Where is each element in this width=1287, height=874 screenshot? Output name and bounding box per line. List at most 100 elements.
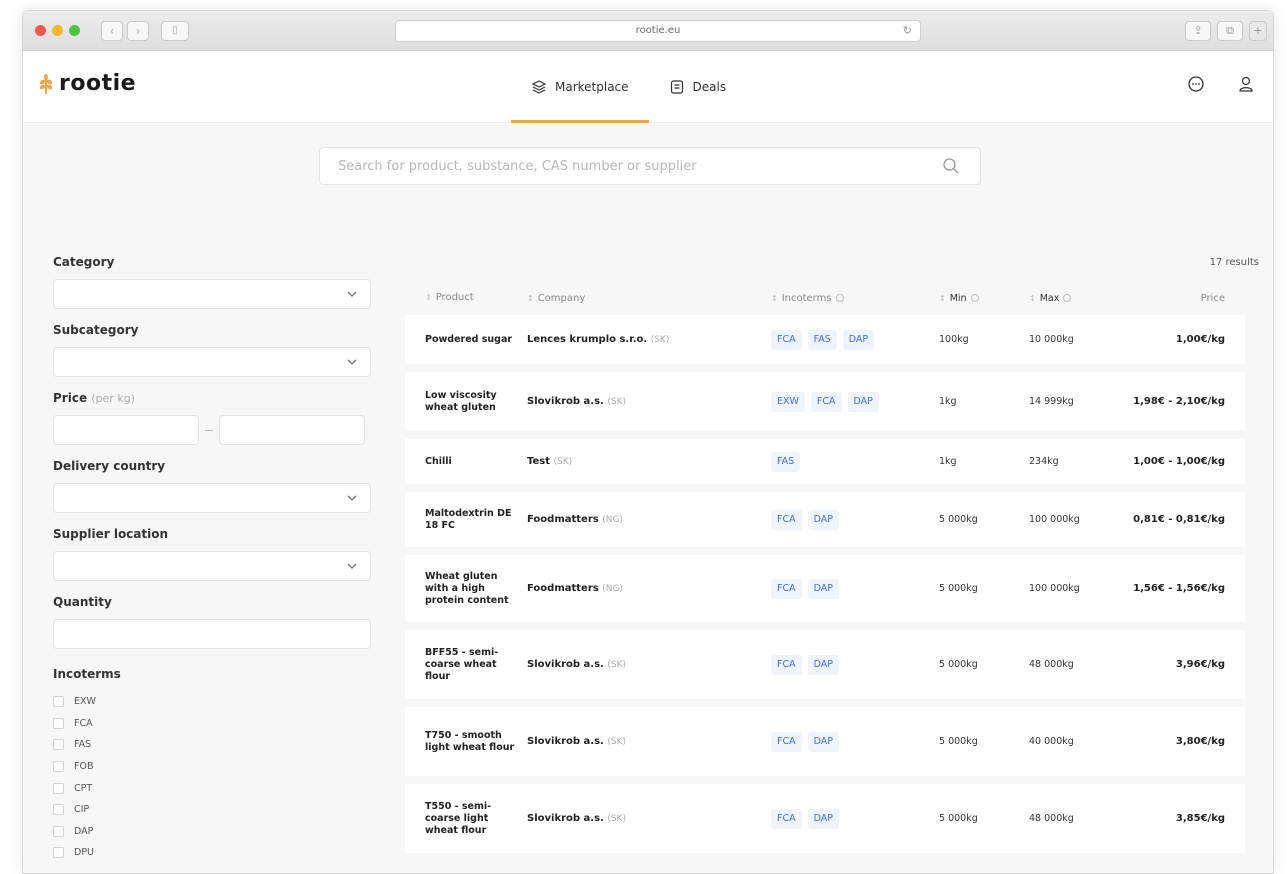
product-name[interactable]: Powdered sugar — [405, 334, 517, 346]
nav-tab-deals[interactable]: Deals — [649, 51, 747, 123]
column-header-product[interactable]: ↕ Product — [405, 292, 517, 304]
table-row[interactable]: T550 - semi-coarse light wheat flour Slo… — [405, 784, 1245, 853]
min-quantity: 5 000kg — [939, 736, 978, 747]
delivery-country-select[interactable] — [53, 483, 371, 513]
product-name[interactable]: Maltodextrin DE 18 FC — [405, 508, 517, 532]
company-name[interactable]: Test — [527, 456, 550, 467]
product-name[interactable]: T750 - smooth light wheat flour — [405, 730, 517, 754]
company-name[interactable]: Slovikrob a.s. — [527, 659, 604, 670]
company-cell: Foodmatters (NG) — [517, 514, 769, 525]
search-box[interactable] — [319, 147, 981, 185]
forward-arrow-icon[interactable]: › — [127, 21, 149, 41]
search-area — [23, 123, 1273, 221]
incoterm-option[interactable]: FOB — [53, 756, 373, 778]
incoterm-option-label: DAP — [74, 825, 94, 837]
chat-icon[interactable] — [1187, 75, 1205, 93]
max-quantity: 48 000kg — [1029, 659, 1074, 670]
price-max-input[interactable] — [219, 415, 365, 445]
incoterm-option[interactable]: DAP — [53, 821, 373, 843]
company-name[interactable]: Slovikrob a.s. — [527, 396, 604, 407]
tabs-icon[interactable]: ⧉ — [1217, 21, 1243, 41]
results-count: 17 results — [1209, 257, 1259, 268]
product-name[interactable]: Chilli — [405, 456, 517, 468]
checkbox[interactable] — [53, 739, 64, 751]
company-name[interactable]: Foodmatters — [527, 514, 599, 525]
checkbox[interactable] — [53, 847, 64, 859]
checkbox[interactable] — [53, 782, 64, 794]
company-name[interactable]: Slovikrob a.s. — [527, 736, 604, 747]
subcategory-select[interactable] — [53, 347, 371, 377]
price: 1,00€ - 1,00€/kg — [1133, 456, 1225, 467]
price-min-input[interactable] — [53, 415, 199, 445]
url-text: rootie.eu — [635, 25, 681, 36]
sidebar-toggle-icon[interactable]: ▯ — [161, 21, 189, 41]
table-row[interactable]: T750 - smooth light wheat flour Slovikro… — [405, 707, 1245, 776]
info-icon[interactable] — [970, 294, 979, 302]
company-name[interactable]: Lences krumplo s.r.o. — [527, 334, 647, 345]
column-header-incoterms[interactable]: ↕ Incoterms — [769, 293, 939, 304]
close-window-button[interactable] — [35, 25, 46, 36]
product-name[interactable]: Low viscosity wheat gluten — [405, 390, 517, 414]
checkbox[interactable] — [53, 717, 64, 729]
address-bar[interactable]: rootie.eu ↻ — [395, 20, 921, 42]
checkbox[interactable] — [53, 696, 64, 708]
checkbox[interactable] — [53, 761, 64, 773]
company-cell: Lences krumplo s.r.o. (SK) — [517, 334, 769, 345]
incoterm-tag: FCA — [771, 329, 802, 350]
checkbox[interactable] — [53, 804, 64, 816]
sort-icon: ↕ — [1029, 293, 1036, 303]
reload-icon[interactable]: ↻ — [903, 21, 912, 41]
column-header-price[interactable]: Price — [1129, 293, 1225, 304]
user-icon[interactable] — [1237, 75, 1255, 93]
incoterm-tag: DAP — [807, 578, 839, 599]
chevron-down-icon — [347, 291, 357, 297]
search-icon[interactable] — [942, 157, 960, 175]
category-select[interactable] — [53, 279, 371, 309]
nav-tab-label: Deals — [692, 80, 727, 94]
incoterm-option[interactable]: FCA — [53, 713, 373, 735]
company-country: (SK) — [607, 814, 626, 824]
minimize-window-button[interactable] — [52, 25, 63, 36]
logo[interactable]: rootie — [37, 71, 136, 96]
max-quantity: 100 000kg — [1029, 583, 1080, 594]
incoterm-tag: FCA — [771, 808, 802, 829]
table-row[interactable]: BFF55 - semi-coarse wheat flour Slovikro… — [405, 630, 1245, 699]
product-name[interactable]: Wheat gluten with a high protein content — [405, 571, 517, 607]
column-header-min[interactable]: ↕ Min — [939, 293, 1029, 304]
nav-tab-marketplace[interactable]: Marketplace — [511, 51, 649, 123]
maximize-window-button[interactable] — [69, 25, 80, 36]
incoterm-tag: DAP — [847, 391, 879, 412]
table-row[interactable]: Wheat gluten with a high protein content… — [405, 555, 1245, 622]
info-icon[interactable] — [1063, 294, 1072, 302]
company-name[interactable]: Foodmatters — [527, 583, 599, 594]
column-header-max[interactable]: ↕ Max — [1029, 293, 1129, 304]
company-name[interactable]: Slovikrob a.s. — [527, 813, 604, 824]
price-label-text: Price — [53, 391, 88, 405]
min-quantity: 1kg — [939, 456, 957, 467]
search-input[interactable] — [320, 148, 920, 184]
table-row[interactable]: Powdered sugar Lences krumplo s.r.o. (SK… — [405, 315, 1245, 364]
window-controls — [35, 25, 80, 36]
incoterm-option[interactable]: DPU — [53, 842, 373, 864]
incoterms-cell: EXW FCA DAP — [769, 391, 939, 412]
product-name[interactable]: T550 - semi-coarse light wheat flour — [405, 801, 517, 837]
incoterm-option[interactable]: FAS — [53, 734, 373, 756]
quantity-input[interactable] — [53, 619, 371, 649]
incoterms-label: Incoterms — [53, 667, 121, 681]
info-icon[interactable] — [835, 293, 844, 302]
new-tab-icon[interactable]: + — [1249, 21, 1267, 41]
incoterm-option[interactable]: EXW — [53, 691, 373, 713]
back-arrow-icon[interactable]: ‹ — [101, 21, 123, 41]
table-row[interactable]: Maltodextrin DE 18 FC Foodmatters (NG) F… — [405, 492, 1245, 547]
table-row[interactable]: Low viscosity wheat gluten Slovikrob a.s… — [405, 372, 1245, 431]
table-row[interactable]: Chilli Test (SK) FAS 1kg 234kg 1,00€ - 1… — [405, 439, 1245, 484]
share-icon[interactable]: ⇪ — [1185, 21, 1211, 41]
incoterm-option[interactable]: CPT — [53, 777, 373, 799]
product-name[interactable]: BFF55 - semi-coarse wheat flour — [405, 647, 517, 683]
supplier-location-select[interactable] — [53, 551, 371, 581]
browser-titlebar: ‹ › ▯ rootie.eu ↻ ⇪ ⧉ + — [23, 11, 1273, 51]
price: 3,96€/kg — [1175, 659, 1225, 670]
checkbox[interactable] — [53, 825, 64, 837]
column-header-company[interactable]: ↕ Company — [517, 293, 769, 304]
incoterm-option[interactable]: CIP — [53, 799, 373, 821]
